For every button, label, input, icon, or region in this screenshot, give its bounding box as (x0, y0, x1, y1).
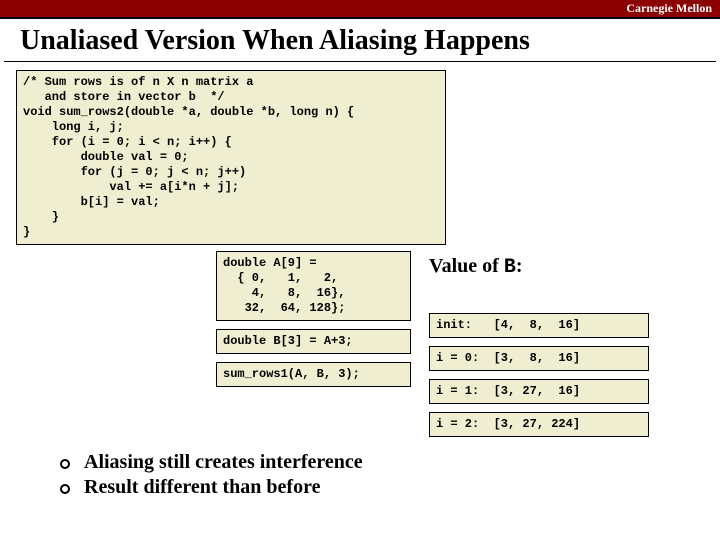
trace-init: init: [4, 8, 16] (429, 313, 649, 338)
brand-text: Carnegie Mellon (626, 1, 712, 15)
bullet-marker-icon (60, 459, 70, 469)
value-label-text: Value of (429, 255, 504, 277)
slide-title: Unaliased Version When Aliasing Happens (4, 19, 716, 62)
snippet-column: double A[9] = { 0, 1, 2, 4, 8, 16}, 32, … (216, 251, 411, 387)
value-var: B (504, 256, 516, 279)
trace-i0: i = 0: [3, 8, 16] (429, 346, 649, 371)
trace-list: init: [4, 8, 16] i = 0: [3, 8, 16] i = 1… (429, 313, 649, 437)
bullet-list: Aliasing still creates interference Resu… (16, 437, 704, 499)
trace-i1: i = 1: [3, 27, 16] (429, 379, 649, 404)
main-code-block: /* Sum rows is of n X n matrix a and sto… (16, 70, 446, 245)
brand-bar: Carnegie Mellon (0, 0, 720, 19)
bullet-text: Result different than before (84, 476, 320, 499)
bullet-item: Result different than before (60, 476, 684, 499)
lower-row: double A[9] = { 0, 1, 2, 4, 8, 16}, 32, … (16, 251, 704, 437)
trace-column: Value of B: init: [4, 8, 16] i = 0: [3, … (429, 251, 649, 437)
value-of-label: Value of B: (429, 255, 649, 279)
slide-body: /* Sum rows is of n X n matrix a and sto… (0, 62, 720, 499)
bullet-item: Aliasing still creates interference (60, 451, 684, 474)
bullet-marker-icon (60, 484, 70, 494)
value-colon: : (516, 255, 523, 277)
bullet-text: Aliasing still creates interference (84, 451, 363, 474)
snippet-decl: double A[9] = { 0, 1, 2, 4, 8, 16}, 32, … (216, 251, 411, 321)
trace-i2: i = 2: [3, 27, 224] (429, 412, 649, 437)
snippet-call: sum_rows1(A, B, 3); (216, 362, 411, 387)
snippet-alias: double B[3] = A+3; (216, 329, 411, 354)
